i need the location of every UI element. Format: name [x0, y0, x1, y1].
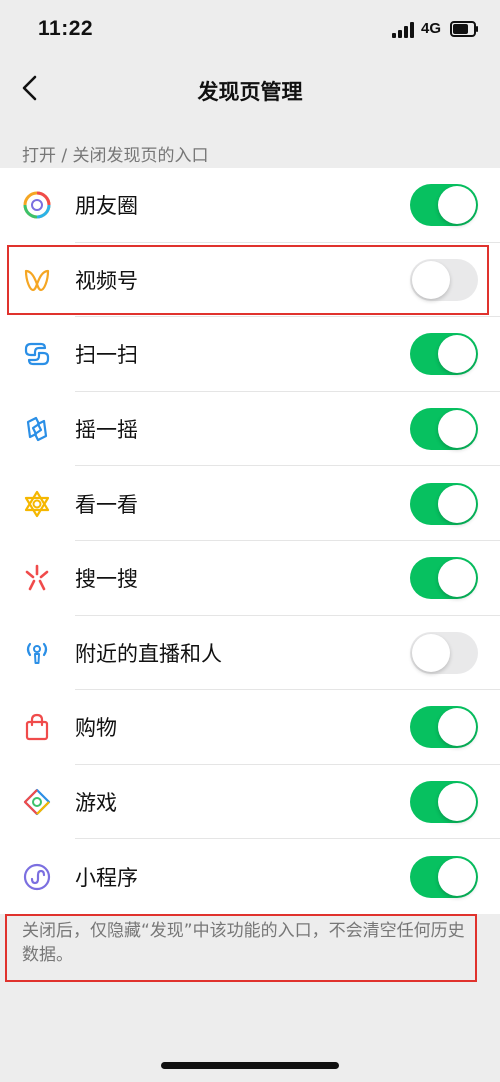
list-item-nearby: 附近的直播和人 — [0, 616, 500, 691]
shake-toggle[interactable] — [410, 408, 478, 451]
battery-icon — [450, 21, 478, 37]
section-header: 打开 / 关闭发现页的入口 — [22, 146, 209, 166]
shake-icon — [26, 416, 48, 442]
shopping-bag-icon — [25, 714, 49, 741]
nearby-icon — [26, 642, 48, 664]
list-item-scan: 扫一扫 — [0, 317, 500, 392]
item-label: 小程序 — [75, 865, 138, 890]
games-icon — [23, 788, 51, 816]
mini-programs-icon — [23, 863, 51, 890]
list-item-shopping: 购物 — [0, 690, 500, 765]
item-label: 扫一扫 — [75, 343, 138, 368]
highlight-box-channels — [7, 245, 489, 315]
item-label: 搜一搜 — [75, 567, 138, 592]
item-label: 游戏 — [75, 791, 117, 816]
item-label: 看一看 — [75, 492, 138, 517]
cellular-signal-icon — [392, 22, 416, 38]
moments-icon — [23, 191, 51, 219]
item-label: 附近的直播和人 — [75, 641, 222, 666]
item-label: 摇一摇 — [75, 418, 138, 443]
moments-toggle[interactable] — [410, 184, 478, 227]
item-label: 朋友圈 — [75, 194, 138, 219]
top-stories-toggle[interactable] — [410, 482, 478, 525]
search-toggle[interactable] — [410, 557, 478, 600]
mini-programs-toggle[interactable] — [410, 855, 478, 898]
list-item-search: 搜一搜 — [0, 541, 500, 616]
scan-toggle[interactable] — [410, 333, 478, 376]
nearby-toggle[interactable] — [410, 631, 478, 674]
top-stories-icon — [24, 490, 50, 517]
status-time: 11:22 — [38, 17, 94, 40]
network-type: 4G — [421, 20, 442, 37]
navigation-bar: 发现页管理 — [0, 60, 500, 116]
status-bar: 11:22 4G — [0, 0, 500, 60]
home-indicator — [161, 1062, 339, 1069]
list-item-shake: 摇一摇 — [0, 392, 500, 467]
list-item-moments: 朋友圈 — [0, 168, 500, 243]
scan-icon — [24, 343, 50, 366]
search-icon — [25, 564, 49, 591]
shopping-toggle[interactable] — [410, 706, 478, 749]
list-item-top-stories: 看一看 — [0, 466, 500, 541]
highlight-box-footer — [5, 914, 477, 982]
page-title: 发现页管理 — [197, 80, 303, 104]
list-item-games: 游戏 — [0, 765, 500, 840]
item-label: 购物 — [75, 716, 117, 741]
games-toggle[interactable] — [410, 781, 478, 824]
list-item-mini-programs: 小程序 — [0, 839, 500, 914]
